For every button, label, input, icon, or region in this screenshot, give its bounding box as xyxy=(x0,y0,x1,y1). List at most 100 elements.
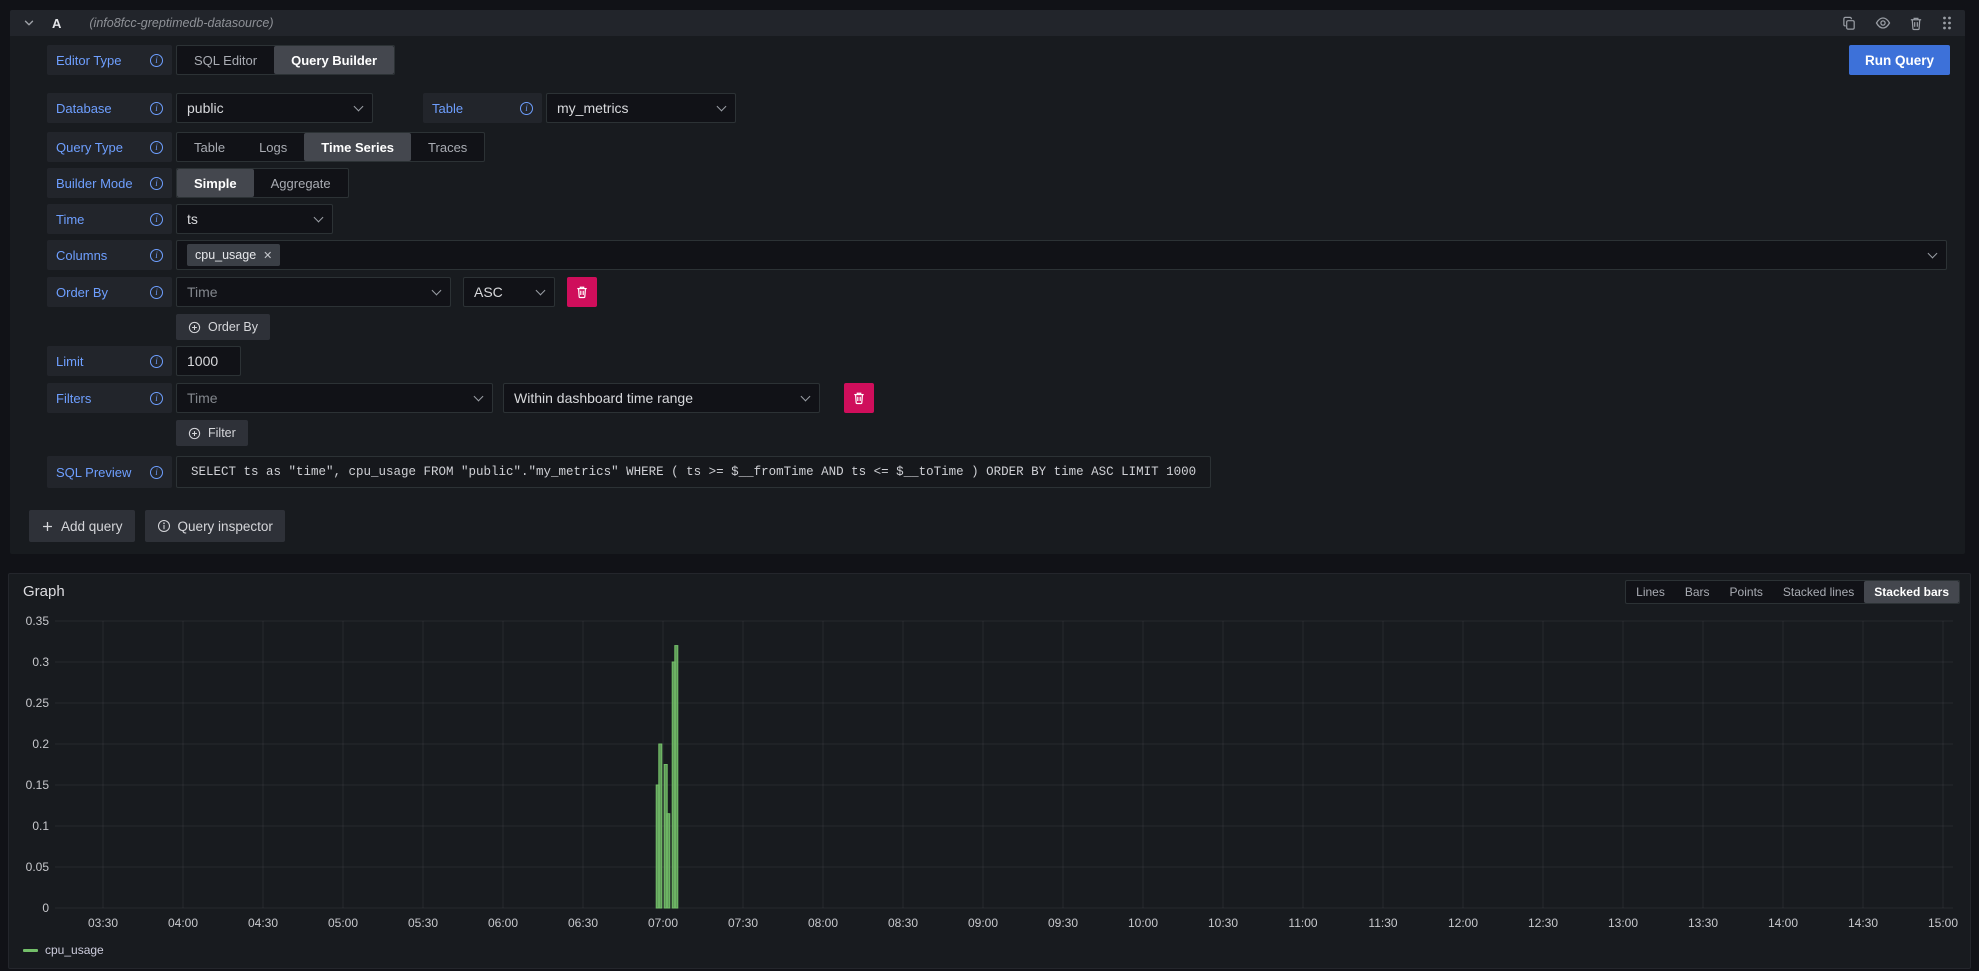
radio-option-logs[interactable]: Logs xyxy=(242,133,304,161)
column-tag-cpu_usage[interactable]: cpu_usage✕ xyxy=(187,244,280,266)
info-icon[interactable]: i xyxy=(150,213,163,226)
y-axis-labels: 0.350.30.250.20.150.10.050 xyxy=(26,614,50,915)
svg-text:14:30: 14:30 xyxy=(1848,916,1878,930)
radio-option-bars[interactable]: Bars xyxy=(1675,581,1720,603)
radio-option-simple[interactable]: Simple xyxy=(177,169,254,197)
svg-text:03:30: 03:30 xyxy=(88,916,118,930)
info-icon[interactable]: i xyxy=(150,286,163,299)
chevron-down-icon xyxy=(354,101,364,111)
editor-type-row: Editor Type i SQL EditorQuery Builder xyxy=(47,45,1947,75)
info-icon[interactable]: i xyxy=(520,102,533,115)
info-icon[interactable]: i xyxy=(150,355,163,368)
add-order-by-row: Order By xyxy=(47,314,1947,340)
svg-text:06:00: 06:00 xyxy=(488,916,518,930)
sql-preview-code: SELECT ts as "time", cpu_usage FROM "pub… xyxy=(176,456,1211,488)
legend-series-color xyxy=(23,949,38,952)
query-row-header: A (info8fcc-greptimedb-datasource) xyxy=(10,10,1965,36)
radio-option-sql-editor[interactable]: SQL Editor xyxy=(177,46,274,74)
chevron-down-icon xyxy=(22,16,36,30)
legend-series-name: cpu_usage xyxy=(45,943,104,957)
svg-text:12:30: 12:30 xyxy=(1528,916,1558,930)
limit-label: Limit i xyxy=(47,346,172,376)
radio-option-points[interactable]: Points xyxy=(1720,581,1773,603)
sql-preview-row: SQL Preview i SELECT ts as "time", cpu_u… xyxy=(47,456,1947,488)
radio-option-aggregate[interactable]: Aggregate xyxy=(254,169,348,197)
svg-text:0.05: 0.05 xyxy=(26,860,50,874)
svg-text:0.15: 0.15 xyxy=(26,778,50,792)
add-filter-button[interactable]: Filter xyxy=(176,420,248,446)
radio-option-traces[interactable]: Traces xyxy=(411,133,484,161)
svg-text:09:00: 09:00 xyxy=(968,916,998,930)
info-icon[interactable]: i xyxy=(150,177,163,190)
svg-text:05:30: 05:30 xyxy=(408,916,438,930)
svg-text:0: 0 xyxy=(42,901,49,915)
query-footer: Add query Query inspector xyxy=(29,510,1947,542)
info-icon[interactable]: i xyxy=(150,141,163,154)
time-row: Time i ts xyxy=(47,204,1947,234)
bar-cpu_usage xyxy=(675,646,678,908)
query-inspector-button[interactable]: Query inspector xyxy=(145,510,285,542)
svg-text:15:00: 15:00 xyxy=(1928,916,1958,930)
svg-text:10:00: 10:00 xyxy=(1128,916,1158,930)
remove-filter-button[interactable] xyxy=(844,383,874,413)
info-icon[interactable]: i xyxy=(150,102,163,115)
info-icon[interactable]: i xyxy=(150,392,163,405)
svg-text:12:00: 12:00 xyxy=(1448,916,1478,930)
graph-panel: 0.350.30.250.20.150.10.05003:3004:0004:3… xyxy=(8,573,1971,969)
editor-type-radio-group: SQL EditorQuery Builder xyxy=(176,45,395,75)
collapse-query-button[interactable] xyxy=(22,16,36,30)
radio-option-table[interactable]: Table xyxy=(177,133,242,161)
info-icon[interactable]: i xyxy=(150,54,163,67)
order-by-row: Order By i Time ASC xyxy=(47,277,1947,307)
selected-columns: cpu_usage✕ xyxy=(187,244,280,266)
add-query-button[interactable]: Add query xyxy=(29,510,135,542)
database-select[interactable]: public xyxy=(176,93,373,123)
order-direction-select[interactable]: ASC xyxy=(463,277,555,307)
radio-option-stacked-bars[interactable]: Stacked bars xyxy=(1864,581,1959,603)
add-order-by-button[interactable]: Order By xyxy=(176,314,270,340)
draw-mode-radio-group: LinesBarsPointsStacked linesStacked bars xyxy=(1625,580,1960,604)
table-select[interactable]: my_metrics xyxy=(546,93,736,123)
editor-type-label: Editor Type i xyxy=(47,45,172,75)
filters-label: Filters i xyxy=(47,383,172,413)
table-label: Table i xyxy=(423,93,542,123)
radio-option-stacked-lines[interactable]: Stacked lines xyxy=(1773,581,1864,603)
query-type-label: Query Type i xyxy=(47,132,172,162)
svg-text:0.3: 0.3 xyxy=(32,655,49,669)
legend-item-cpu_usage[interactable]: cpu_usage xyxy=(23,943,104,957)
limit-input[interactable]: 1000 xyxy=(176,346,241,376)
columns-row: Columns i cpu_usage✕ xyxy=(47,240,1947,270)
time-column-select[interactable]: ts xyxy=(176,204,333,234)
grafana-query-page: A (info8fcc-greptimedb-datasource) Run Q… xyxy=(0,0,1979,971)
drag-handle-icon[interactable] xyxy=(1941,15,1953,31)
svg-text:08:00: 08:00 xyxy=(808,916,838,930)
columns-multiselect[interactable]: cpu_usage✕ xyxy=(176,240,1947,270)
info-icon[interactable]: i xyxy=(150,249,163,262)
x-axis-labels: 03:3004:0004:3005:0005:3006:0006:3007:00… xyxy=(88,916,1958,930)
graph-legend: cpu_usage xyxy=(23,943,104,957)
filter-field-select[interactable]: Time xyxy=(176,383,493,413)
filters-row: Filters i Time Within dashboard time ran… xyxy=(47,383,1947,413)
delete-query-button[interactable] xyxy=(1909,16,1923,31)
svg-text:07:00: 07:00 xyxy=(648,916,678,930)
graph-canvas[interactable]: 0.350.30.250.20.150.10.05003:3004:0004:3… xyxy=(9,574,1972,934)
svg-text:13:30: 13:30 xyxy=(1688,916,1718,930)
filter-condition-select[interactable]: Within dashboard time range xyxy=(503,383,820,413)
radio-option-query-builder[interactable]: Query Builder xyxy=(274,46,394,74)
radio-option-lines[interactable]: Lines xyxy=(1626,581,1675,603)
info-icon[interactable]: i xyxy=(150,466,163,479)
order-by-field-select[interactable]: Time xyxy=(176,277,451,307)
add-filter-row: Filter xyxy=(47,420,1947,446)
hide-query-button[interactable] xyxy=(1875,15,1891,31)
chevron-down-icon xyxy=(474,391,484,401)
remove-order-by-button[interactable] xyxy=(567,277,597,307)
duplicate-query-button[interactable] xyxy=(1842,16,1857,31)
chevron-down-icon xyxy=(314,212,324,222)
remove-tag-icon[interactable]: ✕ xyxy=(263,249,272,262)
order-by-label: Order By i xyxy=(47,277,172,307)
svg-text:0.25: 0.25 xyxy=(26,696,50,710)
trash-icon xyxy=(853,391,865,405)
radio-option-time-series[interactable]: Time Series xyxy=(304,133,411,161)
run-query-button[interactable]: Run Query xyxy=(1849,45,1950,75)
query-editor-panel: A (info8fcc-greptimedb-datasource) Run Q… xyxy=(10,10,1965,554)
